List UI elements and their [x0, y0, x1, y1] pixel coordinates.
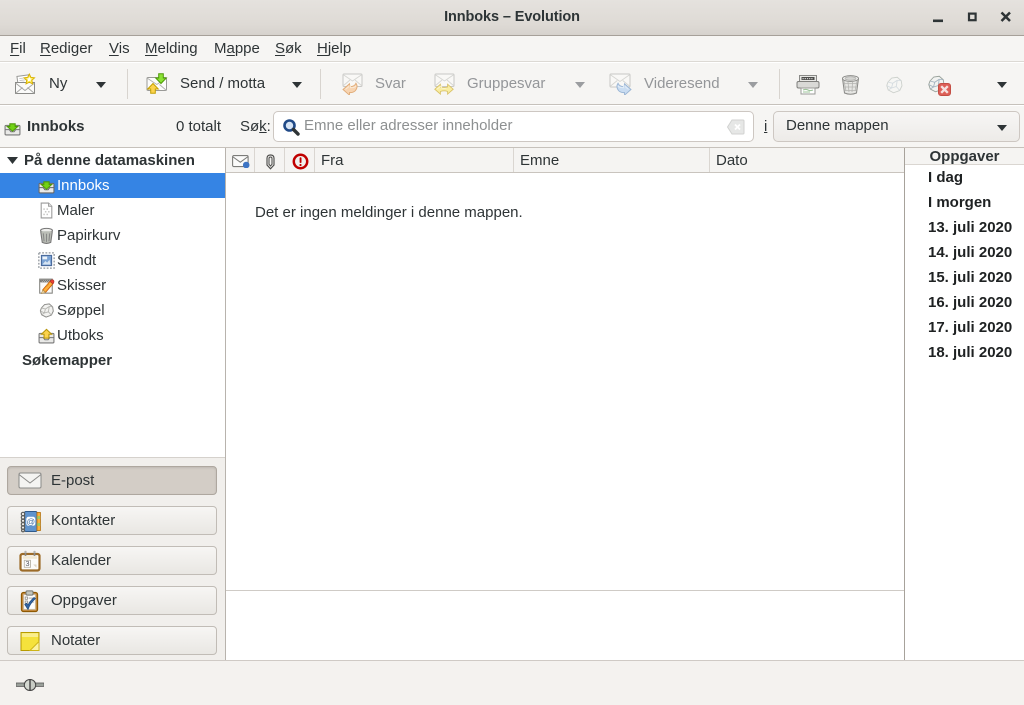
svg-text:@: @	[26, 516, 35, 526]
svg-text:3: 3	[25, 559, 29, 568]
